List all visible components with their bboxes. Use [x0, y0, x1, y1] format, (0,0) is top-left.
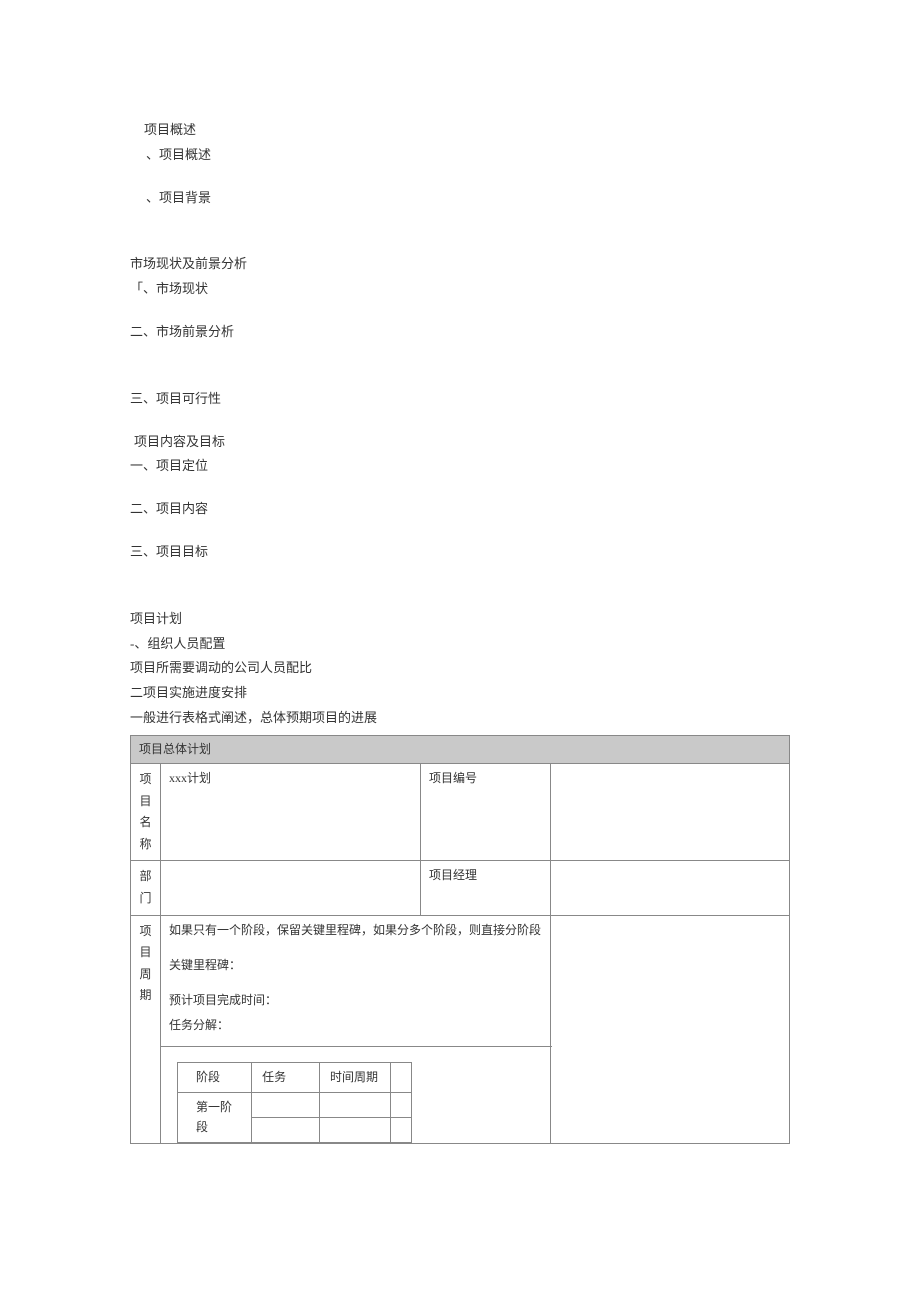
cell-label-project-no: 项目编号 — [421, 763, 551, 860]
inner-cell — [319, 1118, 390, 1143]
cell-period-content: 如果只有一个阶段，保留关键里程碑，如果分多个阶段，则直接分阶段 关键里程碑： 预… — [161, 915, 551, 1047]
body-text: 项目所需要调动的公司人员配比 — [130, 658, 790, 679]
table-row: 阶段 任务 时间周期 第一阶段 — [131, 1047, 790, 1144]
table-row: 项目周期 如果只有一个阶段，保留关键里程碑，如果分多个阶段，则直接分阶段 关键里… — [131, 915, 790, 1047]
inner-cell — [390, 1093, 411, 1118]
section-title-plan: 项目计划 — [130, 609, 790, 630]
inner-header-duration: 时间周期 — [319, 1063, 390, 1093]
body-text: 一般进行表格式阐述，总体预期项目的进展 — [130, 708, 790, 729]
period-eta: 预计项目完成时间： — [169, 991, 542, 1010]
sub-item: 、项目概述 — [130, 145, 790, 166]
section-title-overview: 项目概述 — [130, 120, 790, 141]
cell-label-dept: 部门 — [131, 861, 161, 915]
cell-label-project-name: 项目名称 — [131, 763, 161, 860]
sub-item: 三、项目可行性 — [130, 389, 790, 410]
sub-item: -、组织人员配置 — [130, 634, 790, 655]
sub-item: 三、项目目标 — [130, 542, 790, 563]
inner-cell — [252, 1118, 320, 1143]
cell-project-name-value: xxx计划 — [161, 763, 421, 860]
period-breakdown: 任务分解： — [169, 1016, 542, 1035]
cell-pm-value — [551, 861, 790, 915]
section-title-market: 市场现状及前景分析 — [130, 254, 790, 275]
sub-item: 二、市场前景分析 — [130, 322, 790, 343]
task-breakdown-table: 阶段 任务 时间周期 第一阶段 — [177, 1062, 412, 1143]
sub-item: 二、项目内容 — [130, 499, 790, 520]
cell-label-pm: 项目经理 — [421, 861, 551, 915]
cell-label-period: 项目周期 — [131, 915, 161, 1143]
section-title-content: 项目内容及目标 — [130, 432, 790, 453]
sub-item: 一、项目定位 — [130, 456, 790, 477]
sub-item: 二项目实施进度安排 — [130, 683, 790, 704]
inner-cell — [319, 1093, 390, 1118]
period-milestone: 关键里程碑： — [169, 956, 542, 975]
table-row: 部门 项目经理 — [131, 861, 790, 915]
cell-dept-value — [161, 861, 421, 915]
project-plan-table: 项目总体计划 项目名称 xxx计划 项目编号 部门 项目经理 项目周期 如果只有… — [130, 735, 790, 1144]
period-desc: 如果只有一个阶段，保留关键里程碑，如果分多个阶段，则直接分阶段 — [169, 921, 542, 940]
inner-header-phase: 阶段 — [178, 1063, 252, 1093]
inner-header-task: 任务 — [252, 1063, 320, 1093]
inner-cell-phase1: 第一阶段 — [178, 1093, 252, 1142]
inner-cell — [252, 1093, 320, 1118]
sub-item: 「、市场现状 — [130, 279, 790, 300]
sub-item: 、项目背景 — [130, 188, 790, 209]
inner-header-blank — [390, 1063, 411, 1093]
table-header: 项目总体计划 — [131, 735, 790, 763]
cell-project-no-value — [551, 763, 790, 860]
inner-cell — [390, 1118, 411, 1143]
table-row: 项目名称 xxx计划 项目编号 — [131, 763, 790, 860]
